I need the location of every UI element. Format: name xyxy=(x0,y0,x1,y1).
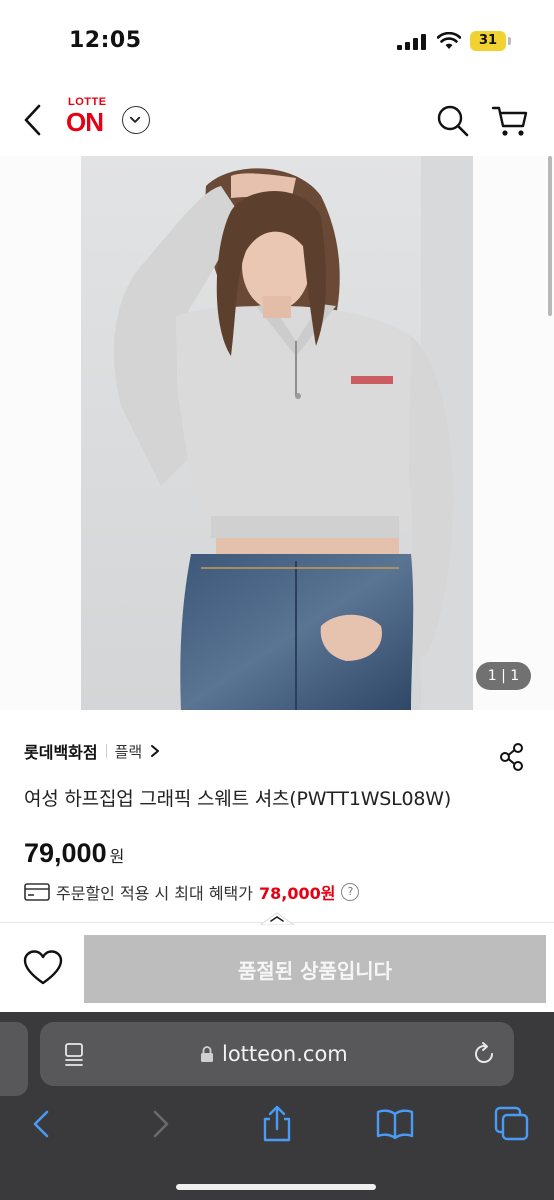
brand-divider xyxy=(105,744,107,758)
discount-price: 78,000원 xyxy=(258,884,336,903)
reload-icon[interactable] xyxy=(470,1040,498,1068)
page-menu-icon[interactable] xyxy=(62,1042,86,1068)
back-arrow-icon[interactable] xyxy=(22,1104,62,1144)
status-time: 12:05 xyxy=(69,28,142,53)
app-header: LOTTE ON xyxy=(0,84,554,156)
forward-arrow-icon[interactable] xyxy=(140,1104,180,1144)
help-icon[interactable]: ? xyxy=(341,883,360,901)
price-row: 79,000 원 xyxy=(24,838,124,869)
discount-row: 주문할인 적용 시 최대 혜택가 78,000원 ? xyxy=(24,880,360,904)
url-display[interactable]: lotteon.com xyxy=(200,1040,348,1068)
battery-icon: 31 xyxy=(470,31,506,51)
previous-tab-preview[interactable] xyxy=(0,1022,28,1096)
brand-name[interactable]: 롯데백화점 xyxy=(24,739,98,763)
sub-brand-link[interactable]: 플랙 xyxy=(115,741,143,762)
discount-label: 주문할인 적용 시 최대 혜택가 xyxy=(56,884,253,903)
lotte-on-logo[interactable]: LOTTE ON xyxy=(66,96,116,142)
url-text[interactable]: lotteon.com xyxy=(222,1042,348,1066)
bookmarks-icon[interactable] xyxy=(375,1104,415,1144)
product-title: 여성 하프집업 그래픽 스웨트 셔츠(PWTT1WSL08W) xyxy=(24,788,452,810)
home-indicator xyxy=(176,1184,376,1190)
chevron-down-icon[interactable] xyxy=(122,106,150,134)
credit-card-icon xyxy=(24,883,50,901)
share-sheet-icon[interactable] xyxy=(257,1104,297,1144)
cellular-signal-icon xyxy=(397,34,427,50)
chevron-up-icon[interactable] xyxy=(258,911,296,925)
product-price: 79,000 xyxy=(24,838,107,868)
tabs-icon[interactable] xyxy=(492,1104,532,1144)
page-scrollbar[interactable] xyxy=(548,156,552,316)
sold-out-button: 품절된 상품입니다 xyxy=(84,935,546,1003)
wifi-icon xyxy=(437,32,461,49)
brand-row: 롯데백화점 플랙 xyxy=(24,738,160,764)
browser-toolbar: lotteon.com xyxy=(0,1012,554,1200)
back-button[interactable] xyxy=(18,100,48,140)
price-unit: 원 xyxy=(109,847,125,866)
status-bar: 12:05 31 xyxy=(0,0,554,84)
image-counter: 1 | 1 xyxy=(476,662,531,690)
lock-icon xyxy=(201,1046,213,1062)
chevron-right-icon[interactable] xyxy=(150,744,160,758)
heart-icon[interactable] xyxy=(22,949,64,987)
address-bar[interactable]: lotteon.com xyxy=(40,1022,514,1086)
product-photo[interactable] xyxy=(81,156,473,710)
logo-main-text: ON xyxy=(66,107,104,137)
share-icon[interactable] xyxy=(498,742,526,772)
product-gallery[interactable]: 1 | 1 xyxy=(0,156,554,710)
cart-icon[interactable] xyxy=(490,102,530,140)
search-icon[interactable] xyxy=(434,102,472,140)
bottom-action-bar: 품절된 상품입니다 xyxy=(0,912,554,1012)
battery-tip xyxy=(508,37,511,45)
